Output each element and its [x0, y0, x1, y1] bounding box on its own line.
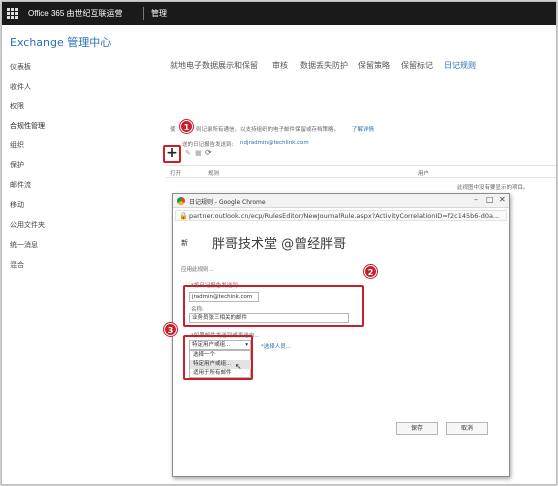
learn-more-link[interactable]: 了解详情 [352, 125, 374, 133]
nav-item-dashboard[interactable]: 仪表板 [10, 62, 31, 72]
edit-icon[interactable]: ✎ [185, 149, 191, 157]
nav-item-unified-messaging[interactable]: 统一消息 [10, 240, 38, 250]
empty-message: 此视图中没有要显示的项目。 [457, 185, 529, 191]
description-start: 使 [170, 127, 176, 133]
report-email-link[interactable]: ndjradmin@techlink.com [240, 140, 309, 146]
refresh-icon[interactable]: ⟳ [205, 148, 212, 157]
admin-link[interactable]: 管理 [151, 8, 167, 19]
maximize-icon[interactable]: □ [486, 195, 494, 204]
annotation-badge-3: 3 [164, 323, 177, 336]
tab-dlp[interactable]: 数据丢失防护 [300, 60, 348, 71]
dialog-heading: 新 [181, 239, 188, 247]
nav-item-organization[interactable]: 组织 [10, 140, 24, 150]
nav-item-recipients[interactable]: 收件人 [10, 82, 31, 92]
report-label: 送的日记报告发送到: [182, 142, 234, 148]
dialog-title: 日记规则 - Google Chrome [189, 199, 266, 206]
browser-window: Office 365 由世纪互联运营 管理 Exchange 管理中心 仪表板 … [1, 1, 557, 485]
tab-ediscovery[interactable]: 就地电子数据展示和保留 [170, 60, 258, 71]
app-launcher-icon[interactable] [7, 8, 18, 19]
tab-journal-rules[interactable]: 日记规则 [444, 60, 476, 71]
nav-item-public-folders[interactable]: 公用文件夹 [10, 220, 45, 230]
chrome-icon [177, 197, 185, 205]
nav-item-protection[interactable]: 保护 [10, 160, 24, 170]
top-bar: Office 365 由世纪互联运营 管理 [2, 2, 556, 25]
minimize-icon[interactable]: – [474, 195, 478, 204]
fields-highlight [183, 285, 364, 327]
address-url: partner.outlook.cn/ecp/RulesEditor/NewJo… [189, 212, 500, 220]
tab-retention-policies[interactable]: 保留策略 [358, 60, 390, 71]
app-title: Exchange 管理中心 [10, 36, 112, 49]
delete-icon[interactable]: ■ [195, 149, 202, 157]
brand-label: Office 365 由世纪互联运营 [28, 9, 123, 18]
dialog-titlebar: 日记规则 - Google Chrome – □ ✕ [173, 194, 509, 208]
dropdown-highlight [183, 335, 253, 380]
address-bar[interactable]: 🔒 partner.outlook.cn/ecp/RulesEditor/New… [175, 210, 507, 221]
nav-item-hybrid[interactable]: 混合 [10, 260, 24, 270]
column-header-user[interactable]: 用户 [418, 169, 429, 177]
save-button[interactable]: 保存 [396, 422, 438, 435]
table-header-border-bottom [166, 177, 556, 178]
description-text: 则记录所有通信，以支持组织的电子邮件保留或存档策略。 [196, 127, 340, 133]
column-header-on[interactable]: 打开 [170, 169, 181, 177]
select-people-link[interactable]: *选择人员... [261, 342, 291, 350]
nav-item-compliance[interactable]: 合规性管理 [10, 121, 45, 131]
table-header-border [166, 165, 556, 166]
close-icon[interactable]: ✕ [499, 195, 506, 204]
column-header-rule[interactable]: 规则 [208, 169, 219, 177]
nav-item-mobile[interactable]: 移动 [10, 200, 24, 210]
cancel-button[interactable]: 取消 [446, 422, 488, 435]
annotation-badge-2: 2 [364, 265, 377, 278]
nav-item-mailflow[interactable]: 邮件流 [10, 180, 31, 190]
watermark: 胖哥技术堂 @曾经胖哥 [212, 237, 347, 252]
divider [143, 7, 144, 20]
tab-retention-tags[interactable]: 保留标记 [401, 60, 433, 71]
add-icon[interactable]: + [163, 146, 181, 162]
apply-rule-label: 应用此规则... [181, 267, 214, 273]
lock-icon: 🔒 [179, 212, 188, 220]
nav-item-permissions[interactable]: 权限 [10, 101, 24, 111]
annotation-badge-1: 1 [180, 120, 193, 133]
tab-auditing[interactable]: 审核 [272, 60, 288, 71]
